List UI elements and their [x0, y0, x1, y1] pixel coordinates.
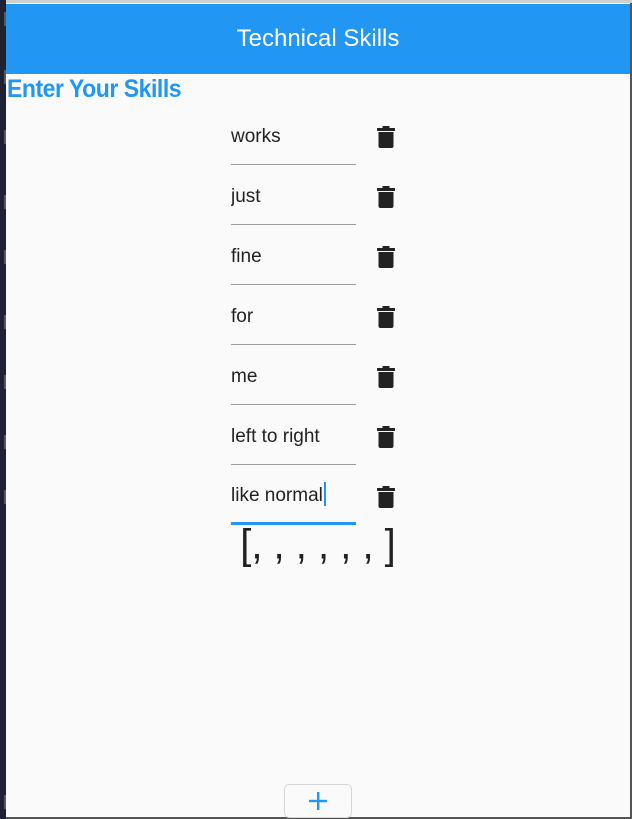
trash-icon: [377, 306, 395, 328]
trash-icon: [377, 426, 395, 448]
skill-input[interactable]: [231, 170, 356, 225]
delete-skill-button[interactable]: [371, 182, 401, 212]
trash-icon: [377, 246, 395, 268]
delete-skill-button[interactable]: [371, 422, 401, 452]
app-bar: Technical Skills: [6, 4, 630, 74]
skill-row: [231, 170, 401, 230]
skill-input[interactable]: [231, 110, 356, 165]
skill-list: [231, 110, 401, 530]
app-bar-title: Technical Skills: [236, 25, 400, 52]
skill-input[interactable]: [231, 290, 356, 345]
trash-icon: [377, 186, 395, 208]
skill-row: [231, 230, 401, 290]
section-heading: Enter Your Skills: [7, 75, 182, 103]
trash-icon: [377, 126, 395, 148]
delete-skill-button[interactable]: [371, 362, 401, 392]
delete-skill-button[interactable]: [371, 122, 401, 152]
skills-output-text: [, , , , , , ]: [240, 521, 396, 569]
skill-input[interactable]: [231, 230, 356, 285]
delete-skill-button[interactable]: [371, 482, 401, 512]
delete-skill-button[interactable]: [371, 302, 401, 332]
trash-icon: [377, 486, 395, 508]
app-window: Technical Skills Enter Your Skills works…: [6, 3, 632, 819]
skill-input[interactable]: [231, 350, 356, 405]
skill-input[interactable]: [231, 470, 356, 525]
add-skill-button[interactable]: [284, 784, 352, 818]
plus-icon: [309, 792, 327, 810]
text-caret: [323, 482, 326, 506]
skill-input[interactable]: [231, 410, 356, 465]
skill-row: [231, 290, 401, 350]
skill-row: [231, 410, 401, 470]
delete-skill-button[interactable]: [371, 242, 401, 272]
skill-row: [231, 110, 401, 170]
trash-icon: [377, 366, 395, 388]
skill-row: [231, 350, 401, 410]
